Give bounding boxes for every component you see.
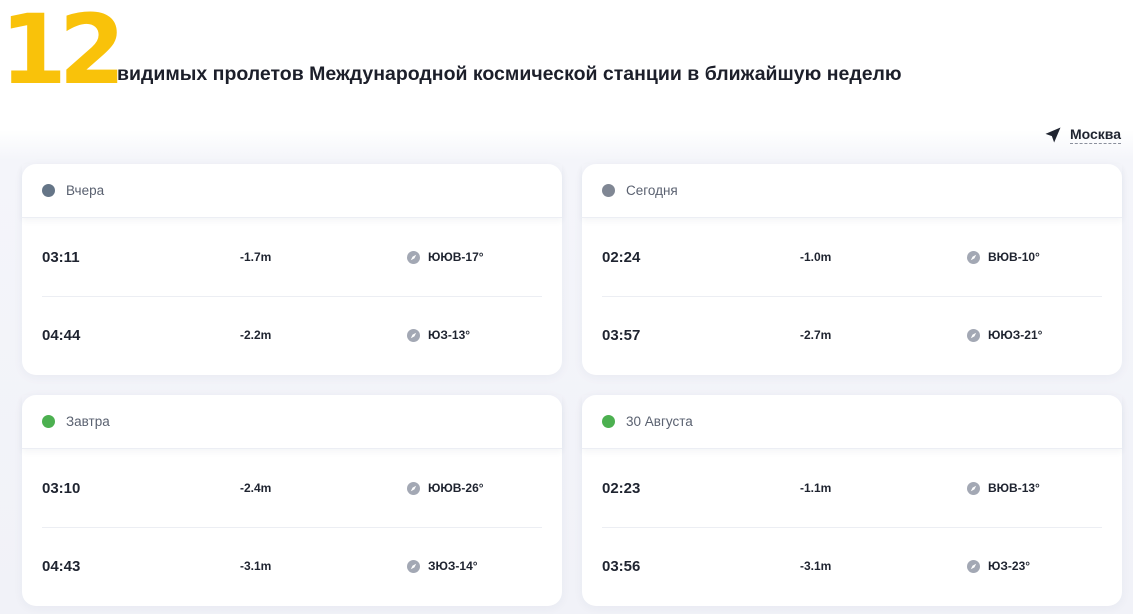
- pass-magnitude: -1.1m: [800, 481, 832, 495]
- direction-label: ЮЮВ-26°: [428, 481, 484, 495]
- pass-direction: ЮЮВ-26°: [407, 481, 484, 495]
- card-title: Вчера: [66, 183, 105, 198]
- pass-card-yesterday: Вчера 03:11 -1.7m ЮЮВ-17° 04:44 -2.2m ЮЗ…: [22, 164, 562, 375]
- pass-direction: ВЮВ-10°: [967, 250, 1040, 264]
- compass-icon: [967, 559, 980, 573]
- card-header: Сегодня: [582, 164, 1122, 218]
- compass-icon: [967, 250, 980, 264]
- direction-label: ВЮВ-10°: [988, 250, 1040, 264]
- compass-icon: [407, 481, 420, 495]
- pass-direction: ВЮВ-13°: [967, 481, 1040, 495]
- pass-direction: ЮЗ-23°: [967, 559, 1030, 573]
- status-dot: [42, 184, 55, 197]
- passes-count: 12: [0, 0, 126, 106]
- pass-time: 02:23: [602, 479, 641, 497]
- pass-row: 02:24 -1.0m ВЮВ-10°: [582, 218, 1122, 296]
- pass-magnitude: -2.2m: [240, 328, 272, 342]
- pass-time: 02:24: [602, 248, 641, 266]
- pass-card-tomorrow: Завтра 03:10 -2.4m ЮЮВ-26° 04:43 -3.1m З…: [22, 395, 562, 606]
- pass-row: 02:23 -1.1m ВЮВ-13°: [582, 449, 1122, 527]
- pass-row: 04:43 -3.1m ЗЮЗ-14°: [22, 527, 562, 605]
- direction-label: ЮЗ-23°: [988, 559, 1031, 573]
- pass-magnitude: -1.7m: [240, 250, 272, 264]
- card-header: Завтра: [22, 395, 562, 449]
- pass-row: 03:11 -1.7m ЮЮВ-17°: [22, 218, 562, 296]
- direction-label: ЮЮВ-17°: [428, 250, 484, 264]
- pass-time: 03:56: [602, 557, 641, 575]
- direction-label: ЗЮЗ-14°: [428, 559, 478, 573]
- pass-row: 03:56 -3.1m ЮЗ-23°: [582, 527, 1122, 605]
- pass-magnitude: -2.4m: [240, 481, 272, 495]
- direction-label: ВЮВ-13°: [988, 481, 1040, 495]
- status-dot: [42, 415, 55, 428]
- pass-direction: ЗЮЗ-14°: [407, 559, 478, 573]
- compass-icon: [967, 481, 980, 495]
- pass-magnitude: -1.0m: [800, 250, 832, 264]
- direction-label: ЮЮЗ-21°: [988, 328, 1043, 342]
- card-header: Вчера: [22, 164, 562, 218]
- pass-row: 04:44 -2.2m ЮЗ-13°: [22, 296, 562, 374]
- pass-time: 03:11: [42, 248, 80, 266]
- pass-direction: ЮЮЗ-21°: [967, 328, 1042, 342]
- compass-icon: [407, 328, 420, 342]
- pass-row: 03:10 -2.4m ЮЮВ-26°: [22, 449, 562, 527]
- page-title: видимых пролетов Международной космическ…: [117, 63, 902, 85]
- location-selector[interactable]: Москва: [1044, 126, 1121, 144]
- compass-icon: [967, 328, 980, 342]
- pass-magnitude: -3.1m: [800, 559, 832, 573]
- card-title: Завтра: [66, 414, 110, 429]
- pass-magnitude: -2.7m: [800, 328, 832, 342]
- card-title: Сегодня: [626, 183, 678, 198]
- pass-card-aug-30: 30 Августа 02:23 -1.1m ВЮВ-13° 03:56 -3.…: [582, 395, 1122, 606]
- pass-time: 03:10: [42, 479, 81, 497]
- compass-icon: [407, 559, 420, 573]
- pass-time: 04:44: [42, 326, 81, 344]
- location-arrow-icon: [1045, 127, 1061, 143]
- pass-card-today: Сегодня 02:24 -1.0m ВЮВ-10° 03:57 -2.7m …: [582, 164, 1122, 375]
- location-label[interactable]: Москва: [1069, 126, 1121, 144]
- compass-icon: [407, 250, 420, 264]
- status-dot: [602, 184, 615, 197]
- pass-time: 03:57: [602, 326, 641, 344]
- direction-label: ЮЗ-13°: [428, 328, 471, 342]
- status-dot: [602, 415, 615, 428]
- pass-row: 03:57 -2.7m ЮЮЗ-21°: [582, 296, 1122, 374]
- card-header: 30 Августа: [582, 395, 1122, 449]
- card-title: 30 Августа: [626, 414, 693, 429]
- pass-direction: ЮЗ-13°: [407, 328, 470, 342]
- pass-time: 04:43: [42, 557, 81, 575]
- pass-direction: ЮЮВ-17°: [407, 250, 484, 264]
- pass-magnitude: -3.1m: [240, 559, 272, 573]
